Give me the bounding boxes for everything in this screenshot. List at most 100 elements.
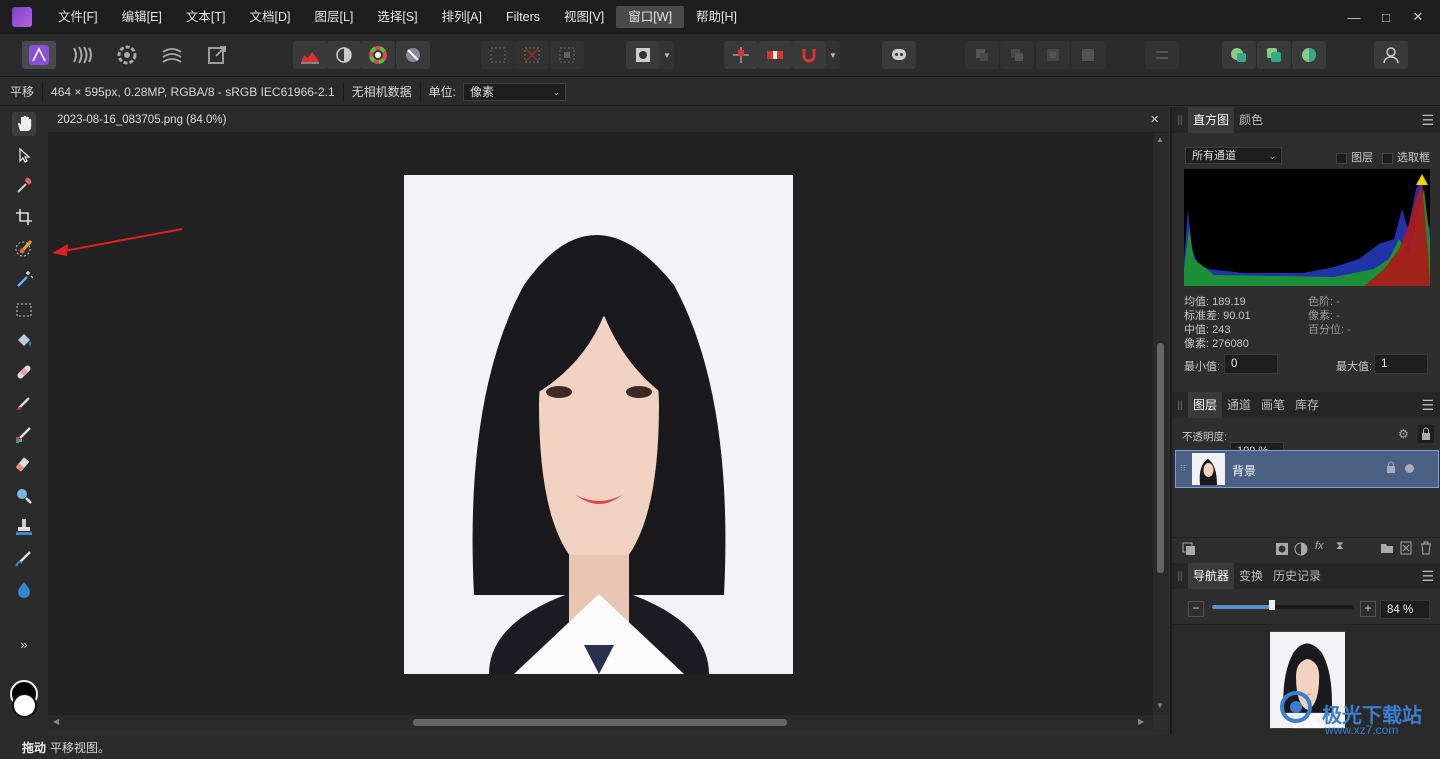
pixel-tool[interactable] — [12, 422, 36, 446]
panel-menu-icon[interactable]: ☰ — [1421, 397, 1434, 414]
fx-icon[interactable]: fx — [1315, 540, 1324, 552]
canvas-area[interactable] — [48, 133, 1153, 715]
magnet-button[interactable] — [792, 41, 826, 69]
arrange-forward-button[interactable] — [1036, 41, 1070, 69]
invert-selection-button[interactable] — [550, 41, 584, 69]
fill-tool[interactable] — [12, 329, 36, 353]
force-pixel-button[interactable] — [758, 41, 792, 69]
smudge-brush-tool[interactable] — [12, 546, 36, 570]
layer-name[interactable]: 背景 — [1232, 462, 1256, 479]
delete-layer-trash-icon[interactable] — [1420, 541, 1432, 558]
marquee-tool[interactable] — [12, 298, 36, 322]
layer-copy-icon[interactable] — [1182, 542, 1196, 559]
view-tool[interactable] — [12, 112, 36, 136]
tab-stock[interactable]: 库存 — [1290, 392, 1324, 418]
maximize-button[interactable]: □ — [1370, 10, 1402, 25]
minimize-button[interactable]: — — [1338, 10, 1370, 25]
assistant-button[interactable] — [882, 41, 916, 69]
develop-persona-button[interactable] — [110, 41, 144, 69]
healing-brush-tool[interactable] — [12, 360, 36, 384]
menu-select[interactable]: 选择[S] — [365, 6, 429, 28]
boolean-intersect-button[interactable] — [1292, 41, 1326, 69]
levels-button[interactable] — [293, 41, 327, 69]
menu-window[interactable]: 窗口[W] — [616, 6, 685, 28]
tab-transform[interactable]: 变换 — [1234, 563, 1268, 589]
horizontal-scrollbar[interactable]: ◀ ▶ — [48, 715, 1153, 730]
arrange-front-button[interactable] — [1071, 41, 1105, 69]
menu-edit[interactable]: 编辑[E] — [110, 6, 174, 28]
menu-filters[interactable]: Filters — [494, 6, 552, 28]
menu-document[interactable]: 文档[D] — [237, 6, 302, 28]
document-tab-title[interactable]: 2023-08-16_083705.png (84.0%) — [57, 114, 226, 126]
layer-settings-gear-icon[interactable]: ⚙ — [1398, 427, 1409, 441]
menu-arrange[interactable]: 排列[A] — [430, 6, 494, 28]
layer-checkbox[interactable]: 图层 — [1336, 149, 1373, 165]
quick-mask-button[interactable] — [626, 41, 660, 69]
panel-menu-icon[interactable]: ☰ — [1421, 568, 1434, 585]
scroll-up-icon[interactable]: ▲ — [1156, 135, 1164, 144]
auto-contrast-button[interactable] — [327, 41, 361, 69]
marquee-checkbox[interactable]: 选取框 — [1382, 149, 1430, 165]
export-persona-button[interactable] — [200, 41, 234, 69]
boolean-add-button[interactable] — [1222, 41, 1256, 69]
vertical-scroll-thumb[interactable] — [1157, 343, 1164, 573]
snapping-dropdown[interactable]: ▼ — [826, 41, 840, 69]
menu-file[interactable]: 文件[F] — [46, 6, 110, 28]
zoom-value-input[interactable]: 84 % — [1380, 600, 1430, 619]
live-filter-hourglass-icon[interactable]: ⧗ — [1336, 540, 1344, 553]
vertical-scrollbar[interactable]: ▲ ▼ — [1153, 133, 1168, 715]
panel-grip-icon[interactable]: || — [1172, 571, 1188, 582]
crop-tool[interactable] — [12, 205, 36, 229]
tab-histogram[interactable]: 直方图 — [1188, 107, 1235, 133]
clone-brush-tool[interactable] — [12, 515, 36, 539]
selection-brush-tool[interactable] — [12, 236, 36, 260]
photo-persona-button[interactable] — [22, 41, 56, 69]
tone-mapping-persona-button[interactable] — [155, 41, 189, 69]
navigator-preview-area[interactable]: 极光下载站 www.xz7.com — [1172, 624, 1440, 737]
primary-color-swatch[interactable] — [12, 693, 37, 718]
liquify-persona-button[interactable] — [66, 41, 100, 69]
erase-brush-tool[interactable] — [12, 453, 36, 477]
zoom-in-button[interactable]: + — [1360, 601, 1376, 617]
layer-expand-icon[interactable]: ⁝⁝ — [1180, 463, 1186, 474]
arrange-back-button[interactable] — [965, 41, 999, 69]
adjustment-icon[interactable] — [1294, 542, 1308, 559]
add-mask-icon[interactable] — [1275, 542, 1289, 559]
boolean-subtract-button[interactable] — [1257, 41, 1291, 69]
layer-row-background[interactable]: ⁝⁝ 背景 — [1175, 450, 1439, 488]
layer-lock-icon[interactable] — [1386, 461, 1396, 477]
arrange-backward-button[interactable] — [1000, 41, 1034, 69]
blur-brush-tool[interactable] — [12, 577, 36, 601]
flood-select-tool[interactable] — [12, 267, 36, 291]
tab-colour[interactable]: 颜色 — [1234, 107, 1268, 133]
close-document-icon[interactable]: ✕ — [1150, 113, 1159, 126]
snapping-button[interactable] — [724, 41, 758, 69]
tab-layers[interactable]: 图层 — [1188, 392, 1223, 418]
auto-white-balance-button[interactable] — [396, 41, 430, 69]
deselect-button[interactable] — [515, 41, 549, 69]
affinity-photo-logo-icon[interactable] — [12, 7, 32, 27]
move-tool[interactable] — [12, 143, 36, 167]
zoom-slider[interactable] — [1212, 605, 1354, 609]
panel-menu-icon[interactable]: ☰ — [1421, 112, 1434, 129]
scroll-right-icon[interactable]: ▶ — [1138, 717, 1144, 726]
panel-grip-icon[interactable]: || — [1172, 115, 1188, 126]
zoom-out-button[interactable]: − — [1188, 601, 1204, 617]
auto-colour-button[interactable] — [361, 41, 395, 69]
channel-select[interactable]: 所有通道 ⌄ — [1185, 147, 1282, 164]
lock-layer-button[interactable] — [1418, 425, 1434, 443]
menu-help[interactable]: 帮助[H] — [684, 6, 749, 28]
tab-channels[interactable]: 通道 — [1222, 392, 1256, 418]
tab-brushes[interactable]: 画笔 — [1256, 392, 1290, 418]
panel-grip-icon[interactable]: || — [1172, 400, 1188, 411]
zoom-tool[interactable] — [12, 484, 36, 508]
menu-text[interactable]: 文本[T] — [174, 6, 238, 28]
add-pixel-layer-icon[interactable] — [1400, 541, 1412, 558]
more-tools-button[interactable]: » — [12, 632, 36, 656]
close-window-button[interactable]: ✕ — [1402, 9, 1434, 25]
quick-mask-dropdown[interactable]: ▼ — [660, 41, 674, 69]
tab-history[interactable]: 历史记录 — [1268, 563, 1326, 589]
max-value-input[interactable]: 1 — [1374, 354, 1428, 374]
scroll-left-icon[interactable]: ◀ — [53, 717, 59, 726]
align-button[interactable] — [1145, 41, 1179, 69]
